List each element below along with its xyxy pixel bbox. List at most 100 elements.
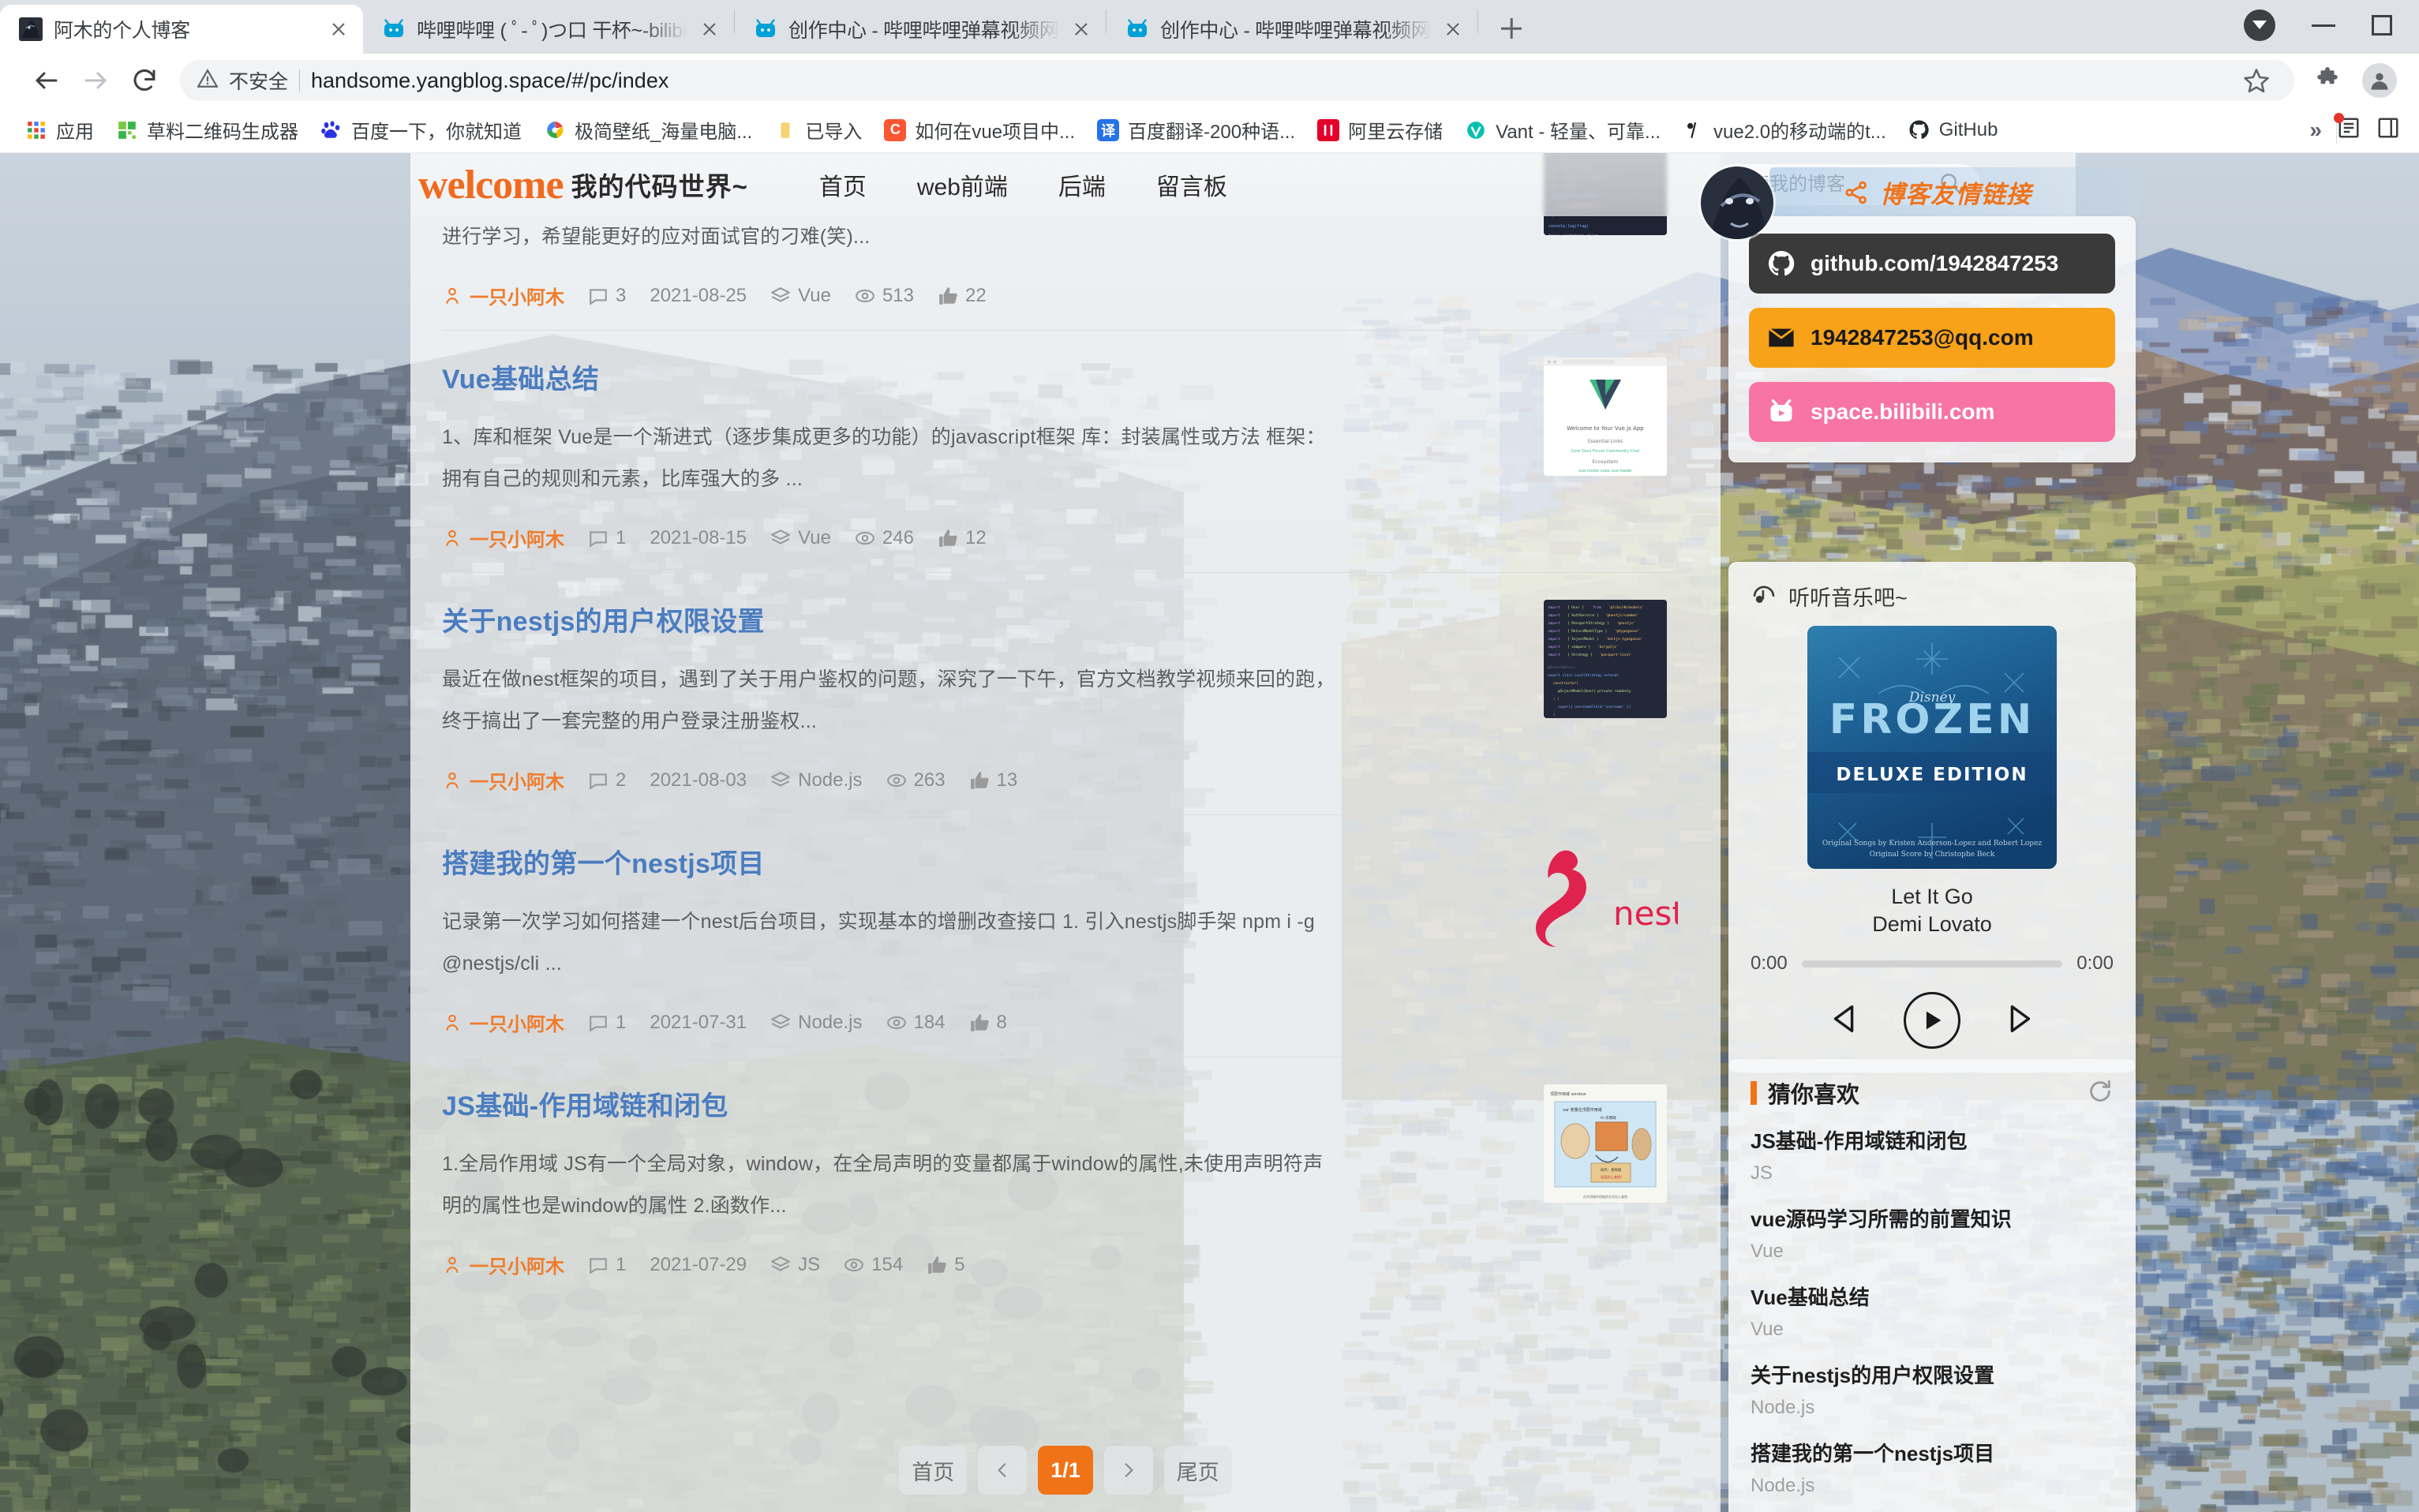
- extensions-icon[interactable]: [2307, 60, 2348, 101]
- article-author[interactable]: 一只小阿木: [442, 1251, 564, 1278]
- article-likes[interactable]: 13: [969, 769, 1018, 792]
- user-icon: [442, 770, 462, 791]
- reading-list-icon[interactable]: [2337, 116, 2361, 144]
- svg-text:}: }: [1553, 713, 1556, 717]
- article-likes[interactable]: 12: [938, 527, 987, 549]
- recommendation-item[interactable]: 搭建我的第一个nestjs项目 Node.js: [1751, 1438, 2114, 1497]
- article-item[interactable]: JS基础-作用域链和闭包 1.全局作用域 JS有一个全局对象，window，在全…: [442, 1057, 1689, 1299]
- recommendation-item[interactable]: JS基础-作用域链和闭包 JS: [1751, 1125, 2114, 1185]
- nav-item-home[interactable]: 首页: [794, 167, 892, 202]
- article-category[interactable]: Node.js: [770, 769, 862, 792]
- new-tab-button[interactable]: [1489, 6, 1533, 51]
- bookmark-folder-imported[interactable]: 已导入: [763, 112, 873, 148]
- svg-text:'nestjs-typegoose': 'nestjs-typegoose': [1605, 637, 1643, 642]
- svg-text:Ecosystem: Ecosystem: [1593, 459, 1619, 465]
- link-label: 1942847253@qq.com: [1811, 325, 2034, 350]
- layers-icon: [770, 770, 791, 791]
- nav-item-backend[interactable]: 后端: [1033, 167, 1131, 202]
- article-title[interactable]: 关于nestjs的用户权限设置: [442, 600, 1689, 638]
- bookmarks-overflow-icon[interactable]: »: [2295, 118, 2336, 143]
- recommendation-item[interactable]: vue源码学习所需的前置知识 Vue: [1751, 1203, 2114, 1263]
- browser-tab-2[interactable]: 创作中心 - 哔哩哔哩弹幕视频网: [735, 5, 1106, 54]
- bookmark-github[interactable]: GitHub: [1897, 112, 2009, 148]
- back-button[interactable]: [22, 56, 71, 105]
- address-bar[interactable]: 不安全 handsome.yangblog.space/#/pc/index: [180, 60, 2294, 101]
- restore-icon[interactable]: [2372, 15, 2392, 36]
- link-bilibili[interactable]: space.bilibili.com: [1749, 382, 2115, 442]
- article-views: 513: [855, 285, 914, 307]
- close-icon[interactable]: [699, 19, 720, 39]
- article-author[interactable]: 一只小阿木: [442, 1009, 564, 1036]
- svg-text:Essential Links: Essential Links: [1588, 439, 1623, 444]
- svg-text:fn 作用域: fn 作用域: [1601, 1115, 1616, 1121]
- bookmark-vue-mobile[interactable]: vue2.0的移动端的t...: [1672, 112, 1897, 148]
- article-category[interactable]: Vue: [770, 285, 831, 307]
- article-category[interactable]: Node.js: [770, 1012, 862, 1034]
- page-content: 进行学习，希望能更好的应对面试官的刁难(笑)... constlog=fn() …: [0, 153, 2419, 1512]
- play-button[interactable]: [1904, 992, 1960, 1049]
- article-likes[interactable]: 22: [938, 285, 987, 307]
- reload-button[interactable]: [120, 56, 169, 105]
- forward-button[interactable]: [71, 56, 120, 105]
- link-github[interactable]: github.com/1942847253: [1749, 234, 2115, 294]
- article-likes[interactable]: 5: [927, 1254, 964, 1276]
- pagination-current[interactable]: 1/1: [1038, 1446, 1093, 1495]
- pagination-prev[interactable]: [978, 1446, 1027, 1495]
- article-item[interactable]: 关于nestjs的用户权限设置 最近在做nest框架的项目，遇到了关于用户鉴权的…: [442, 573, 1689, 815]
- link-email[interactable]: 1942847253@qq.com: [1749, 308, 2115, 368]
- close-icon[interactable]: [328, 19, 349, 39]
- recommendation-item[interactable]: Vue基础总结 Vue: [1751, 1282, 2114, 1341]
- bookmark-wallpaper[interactable]: 极简壁纸_海量电脑...: [533, 112, 763, 148]
- article-body: 最近在做nest框架的项目，遇到了关于用户鉴权的问题，深究了一下午，官方文档教学…: [442, 659, 1342, 743]
- article-likes[interactable]: 8: [969, 1012, 1007, 1034]
- bookmark-qrcode[interactable]: 草料二维码生成器: [105, 112, 309, 148]
- article-category[interactable]: Vue: [770, 527, 831, 549]
- thumbs-up-icon: [938, 528, 958, 548]
- recommendation-item[interactable]: 关于nestjs的用户权限设置 Node.js: [1751, 1360, 2114, 1419]
- article-category[interactable]: JS: [770, 1254, 820, 1276]
- article-item[interactable]: 搭建我的第一个nestjs项目 记录第一次学习如何搭建一个nest后台项目，实现…: [442, 815, 1689, 1057]
- profile-avatar[interactable]: [2362, 63, 2397, 98]
- tab-search-icon[interactable]: [2244, 9, 2275, 41]
- close-icon[interactable]: [1443, 19, 1463, 39]
- refresh-icon[interactable]: [2087, 1078, 2114, 1109]
- next-track-icon[interactable]: [2001, 1001, 2038, 1041]
- pagination-last[interactable]: 尾页: [1164, 1446, 1232, 1495]
- progress-slider[interactable]: [1802, 960, 2063, 967]
- bookmark-baidu-translate[interactable]: 译 百度翻译-200种语...: [1086, 112, 1306, 148]
- article-author[interactable]: 一只小阿木: [442, 766, 564, 794]
- pagination-first[interactable]: 首页: [899, 1446, 967, 1495]
- thumbs-up-icon: [969, 1012, 990, 1033]
- article-author[interactable]: 一只小阿木: [442, 524, 564, 552]
- user-icon: [442, 528, 462, 548]
- browser-tab-0[interactable]: 阿木的个人博客: [0, 5, 363, 54]
- bookmark-apps[interactable]: 应用: [14, 112, 105, 148]
- nav-item-frontend[interactable]: web前端: [892, 167, 1033, 202]
- article-title[interactable]: JS基础-作用域链和闭包: [442, 1084, 1689, 1123]
- bookmark-star-icon[interactable]: [2236, 60, 2277, 101]
- pagination-next[interactable]: [1104, 1446, 1153, 1495]
- article-item[interactable]: Vue基础总结 1、库和框架 Vue是一个渐进式（逐步集成更多的功能）的java…: [442, 331, 1689, 573]
- music-player-card: 听听音乐吧~ Disney FROZEN DELUXE EDITION Orig…: [1728, 562, 2136, 1072]
- avatar[interactable]: [1698, 164, 1776, 241]
- article-item[interactable]: 进行学习，希望能更好的应对面试官的刁难(笑)... constlog=fn() …: [442, 216, 1689, 331]
- svg-text:顶层作用域 window: 顶层作用域 window: [1550, 1091, 1586, 1097]
- previous-track-icon[interactable]: [1826, 1001, 1863, 1041]
- browser-tab-1[interactable]: 哔哩哔哩 ( ﾟ- ﾟ)つ口 干杯~-bilibili: [363, 5, 734, 54]
- side-panel-icon[interactable]: [2376, 116, 2400, 144]
- article-title[interactable]: 搭建我的第一个nestjs项目: [442, 842, 1689, 881]
- article-author[interactable]: 一只小阿木: [442, 282, 564, 309]
- bookmark-aliyun[interactable]: 阿里云存储: [1306, 112, 1454, 148]
- article-title[interactable]: Vue基础总结: [442, 357, 1689, 396]
- article-list: 进行学习，希望能更好的应对面试官的刁难(笑)... constlog=fn() …: [410, 216, 1721, 1299]
- article-date: 2021-07-29: [650, 1254, 747, 1276]
- minimize-icon[interactable]: [2312, 24, 2335, 27]
- bookmark-vant[interactable]: Vant - 轻量、可靠...: [1454, 112, 1672, 148]
- tab-strip: 阿木的个人博客 哔哩哔哩 ( ﾟ- ﾟ)つ口 干杯~-bilibili 创作中心…: [0, 0, 2419, 54]
- browser-tab-3[interactable]: 创作中心 - 哔哩哔哩弹幕视频网: [1107, 5, 1477, 54]
- bookmark-baidu[interactable]: 百度一下，你就知道: [309, 112, 533, 148]
- layers-icon: [770, 286, 791, 306]
- nav-item-guestbook[interactable]: 留言板: [1131, 167, 1253, 202]
- close-icon[interactable]: [1071, 19, 1092, 39]
- bookmark-csdn[interactable]: C 如何在vue项目中...: [873, 112, 1086, 148]
